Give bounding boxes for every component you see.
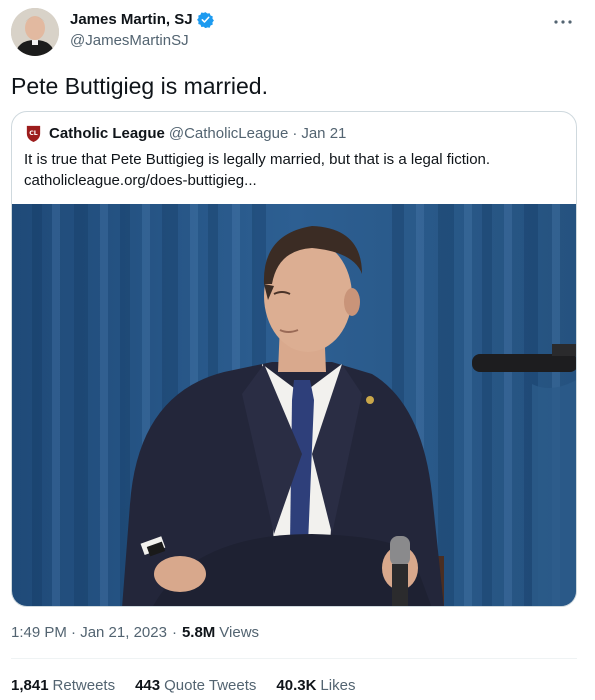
tweet-meta: 1:49 PM · Jan 21, 2023 · 5.8M Views bbox=[11, 624, 259, 641]
catholic-league-logo-icon: CL bbox=[24, 124, 43, 143]
views-label: Views bbox=[219, 624, 260, 641]
quote-tweets-count: 443 bbox=[135, 677, 161, 694]
quoted-tweet-header: CL Catholic League @CatholicLeague · Jan… bbox=[24, 124, 346, 143]
verified-badge-icon bbox=[196, 11, 214, 29]
quote-tweets-label: Quote Tweets bbox=[164, 677, 257, 694]
tweet-timestamp[interactable]: 1:49 PM · Jan 21, 2023 bbox=[11, 624, 167, 641]
quoted-tweet-text: It is true that Pete Buttigieg is legall… bbox=[24, 149, 564, 191]
quoted-tweet-photo[interactable] bbox=[12, 204, 576, 606]
retweets-count: 1,841 bbox=[11, 677, 49, 694]
quoted-author-name[interactable]: Catholic League bbox=[49, 125, 165, 142]
likes-stat[interactable]: 40.3K Likes bbox=[276, 677, 355, 694]
likes-count: 40.3K bbox=[276, 677, 317, 694]
likes-label: Likes bbox=[320, 677, 356, 694]
quoted-text-line: It is true that Pete Buttigieg is legall… bbox=[24, 151, 491, 168]
meta-separator: · bbox=[171, 624, 177, 641]
svg-text:CL: CL bbox=[29, 130, 38, 137]
tweet-stats: 1,841 Retweets 443 Quote Tweets 40.3K Likes bbox=[11, 677, 375, 694]
quoted-date[interactable]: Jan 21 bbox=[301, 125, 346, 142]
tweet: James Martin, SJ @JamesMartinSJ Pete But… bbox=[0, 0, 595, 700]
author-name[interactable]: James Martin, SJ bbox=[70, 11, 193, 28]
quoted-author-handle[interactable]: @CatholicLeague bbox=[169, 125, 288, 142]
avatar[interactable] bbox=[11, 8, 59, 56]
author-handle[interactable]: @JamesMartinSJ bbox=[70, 32, 189, 49]
retweets-stat[interactable]: 1,841 Retweets bbox=[11, 677, 115, 694]
quote-tweets-stat[interactable]: 443 Quote Tweets bbox=[135, 677, 256, 694]
tweet-header: James Martin, SJ @JamesMartinSJ bbox=[11, 8, 585, 58]
quoted-separator: · bbox=[292, 125, 298, 142]
author-name-row: James Martin, SJ bbox=[70, 11, 214, 29]
quoted-link-text: catholicleague.org/does-buttigieg... bbox=[24, 172, 257, 189]
tweet-text: Pete Buttigieg is married. bbox=[11, 73, 268, 99]
divider bbox=[11, 658, 577, 659]
quoted-tweet-card[interactable]: CL Catholic League @CatholicLeague · Jan… bbox=[11, 111, 577, 607]
more-horizontal-icon[interactable] bbox=[551, 10, 575, 34]
views-count: 5.8M bbox=[181, 624, 216, 641]
retweets-label: Retweets bbox=[52, 677, 116, 694]
